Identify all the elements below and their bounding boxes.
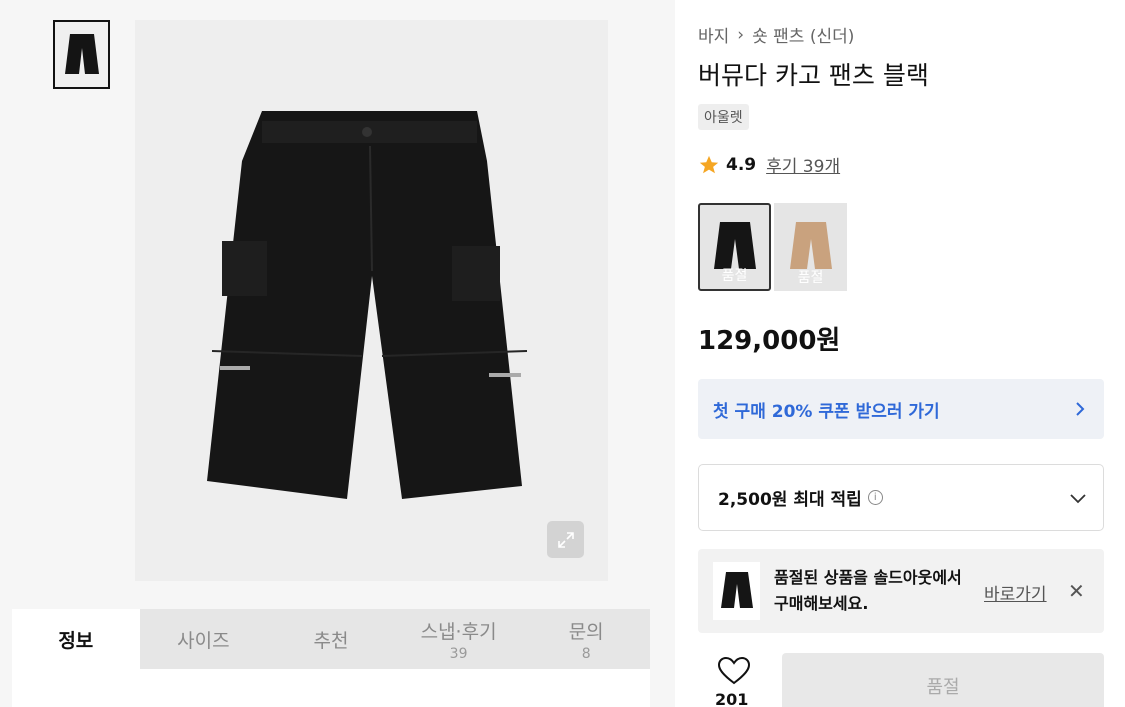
soldout-banner: 품절된 상품을 솔드아웃에서 구매해보세요. 바로가기 ✕ bbox=[698, 549, 1104, 633]
tab-inquiry[interactable]: 문의 8 bbox=[522, 609, 650, 669]
breadcrumb-item[interactable]: 숏 팬츠 (신더) bbox=[752, 22, 854, 47]
product-info-panel: 바지 › 숏 팬츠 (신더) 버뮤다 카고 팬츠 블랙 아울렛 4.9 후기 3… bbox=[675, 0, 1125, 707]
shorts-image bbox=[64, 33, 99, 74]
buy-button[interactable]: 품절 bbox=[782, 653, 1104, 707]
breadcrumb-item[interactable]: 바지 bbox=[698, 22, 729, 47]
thumbnail-1[interactable] bbox=[53, 20, 110, 89]
tab-info[interactable]: 정보 bbox=[12, 609, 140, 669]
color-swatch-beige[interactable]: 품절 bbox=[774, 203, 847, 291]
heart-icon[interactable] bbox=[717, 656, 751, 686]
soldout-label: 품절 bbox=[797, 270, 824, 286]
points-text: 2,500원 최대 적립 bbox=[718, 490, 862, 510]
points-dropdown[interactable]: 2,500원 최대 적립 i bbox=[698, 464, 1104, 531]
breadcrumb: 바지 › 숏 팬츠 (신더) bbox=[698, 22, 854, 48]
chevron-down-icon bbox=[1070, 493, 1086, 503]
price: 129,000원 bbox=[698, 326, 841, 356]
main-product-image bbox=[135, 20, 608, 581]
color-swatch-black[interactable]: 품절 bbox=[698, 203, 771, 291]
outlet-badge: 아울렛 bbox=[698, 104, 749, 130]
shorts-image bbox=[713, 562, 760, 620]
product-gallery: 정보 사이즈 추천 스냅·후기 39 문의 8 bbox=[0, 0, 675, 707]
product-tabs: 정보 사이즈 추천 스냅·후기 39 문의 8 bbox=[12, 609, 650, 669]
chevron-right-icon bbox=[1076, 402, 1085, 416]
rating-score: 4.9 bbox=[726, 154, 757, 175]
soldout-link[interactable]: 바로가기 bbox=[984, 580, 1047, 605]
chevron-right-icon: › bbox=[737, 24, 745, 45]
tab-snap-review[interactable]: 스냅·후기 39 bbox=[395, 609, 523, 669]
like-count: 201 bbox=[715, 690, 749, 707]
expand-icon[interactable] bbox=[547, 521, 584, 558]
soldout-label: 품절 bbox=[721, 268, 748, 284]
tab-recommend[interactable]: 추천 bbox=[267, 609, 395, 669]
close-icon[interactable]: ✕ bbox=[1068, 579, 1085, 603]
review-link[interactable]: 후기 39개 bbox=[766, 152, 840, 177]
rating: 4.9 후기 39개 bbox=[698, 152, 840, 177]
tab-size[interactable]: 사이즈 bbox=[140, 609, 268, 669]
product-title: 버뮤다 카고 팬츠 블랙 bbox=[698, 61, 929, 90]
shorts-image bbox=[206, 110, 527, 499]
coupon-text: 첫 구매 20% 쿠폰 받으러 가기 bbox=[713, 401, 940, 422]
tab-content bbox=[12, 669, 650, 707]
soldout-message: 품절된 상품을 솔드아웃에서 구매해보세요. bbox=[774, 568, 962, 613]
info-icon[interactable]: i bbox=[867, 490, 883, 505]
coupon-banner[interactable]: 첫 구매 20% 쿠폰 받으러 가기 bbox=[698, 379, 1104, 439]
star-icon bbox=[699, 155, 719, 173]
